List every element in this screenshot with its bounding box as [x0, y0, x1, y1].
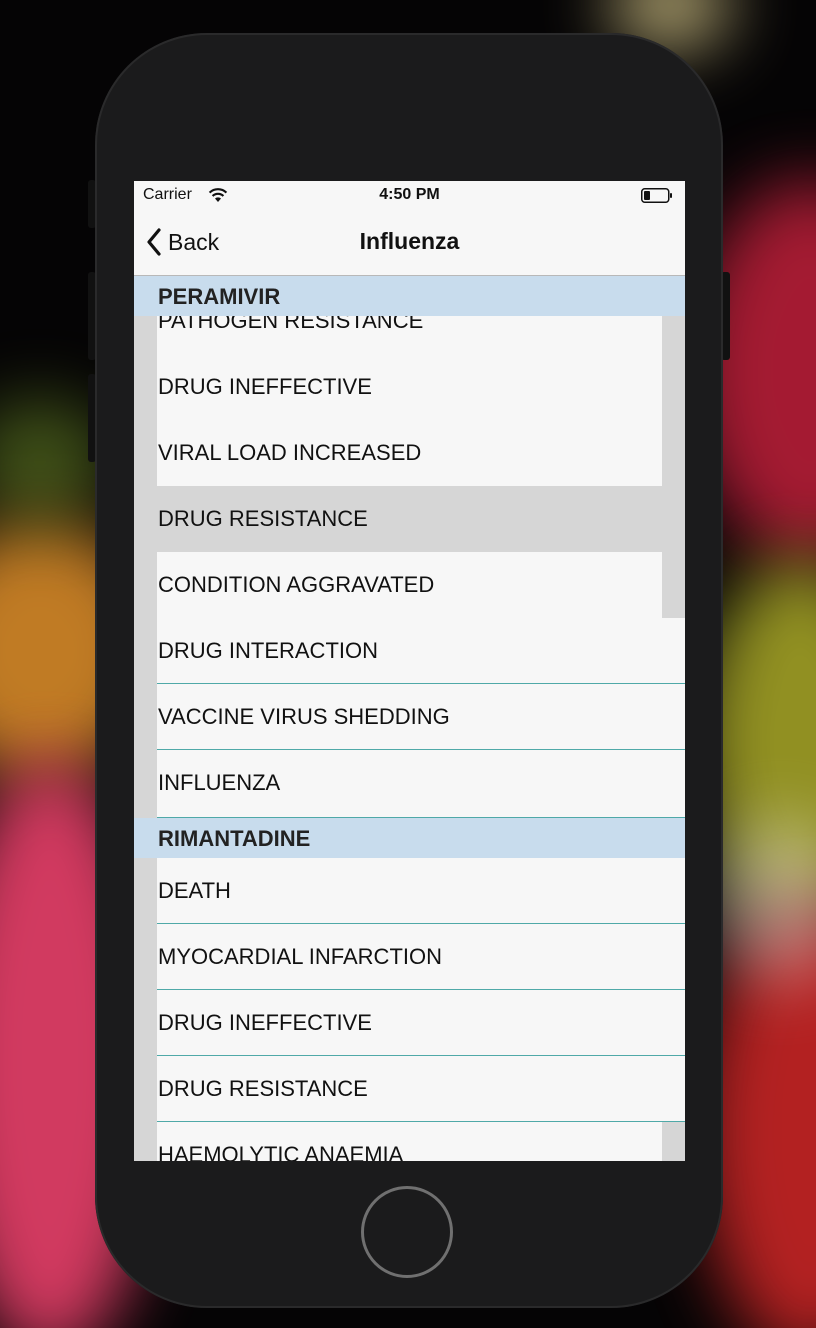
- list-item[interactable]: CONDITION AGGRAVATED: [134, 552, 685, 618]
- battery-icon: [641, 188, 672, 203]
- list-item[interactable]: DRUG INTERACTION: [134, 618, 685, 684]
- status-time: 4:50 PM: [379, 186, 440, 203]
- navigation-bar: Back Influenza: [134, 211, 685, 276]
- page-title: Influenza: [359, 228, 460, 254]
- status-bar: Carrier 4:50 PM: [134, 181, 685, 211]
- list-item-selected[interactable]: DRUG RESISTANCE: [134, 486, 685, 552]
- list-item[interactable]: INFLUENZA: [134, 750, 685, 818]
- app-screen: Carrier 4:50 PM Back Influenza PERAMIVIR…: [134, 181, 685, 1161]
- section-header-rimantadine: RIMANTADINE: [134, 818, 685, 858]
- list-item[interactable]: DEATH: [134, 858, 685, 924]
- results-list[interactable]: PERAMIVIR PATHOGEN RESISTANCE DRUG INEFF…: [134, 276, 685, 1161]
- list-item[interactable]: DRUG INEFFECTIVE: [134, 354, 685, 420]
- home-button[interactable]: [361, 1186, 453, 1278]
- list-item[interactable]: VIRAL LOAD INCREASED: [134, 420, 685, 486]
- list-item[interactable]: VACCINE VIRUS SHEDDING: [134, 684, 685, 750]
- section-header-peramivir: PERAMIVIR: [134, 276, 685, 316]
- list-item[interactable]: DRUG INEFFECTIVE: [134, 990, 685, 1056]
- list-item[interactable]: DRUG RESISTANCE: [134, 1056, 685, 1122]
- list-item[interactable]: MYOCARDIAL INFARCTION: [134, 924, 685, 990]
- list-item[interactable]: HAEMOLYTIC ANAEMIA: [134, 1122, 685, 1161]
